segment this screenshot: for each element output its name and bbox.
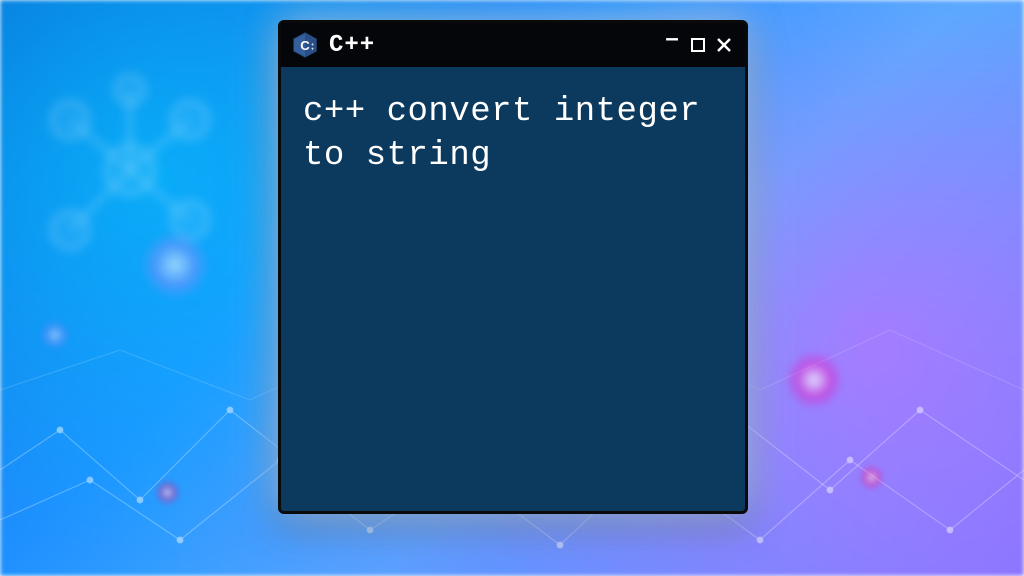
glow-dot xyxy=(155,480,180,505)
svg-text:C: C xyxy=(300,38,310,53)
svg-text:+: + xyxy=(311,43,314,48)
minimize-button[interactable]: – xyxy=(661,34,683,56)
glow-dot xyxy=(859,465,884,490)
titlebar[interactable]: C + + C++ – xyxy=(281,23,745,67)
window-title: C++ xyxy=(329,32,651,59)
maximize-button[interactable] xyxy=(687,34,709,56)
glow-dot xyxy=(40,320,70,350)
terminal-window: C + + C++ – c++ convert integer to strin… xyxy=(278,20,748,514)
close-button[interactable] xyxy=(713,34,735,56)
window-controls: – xyxy=(661,34,735,56)
svg-text:+: + xyxy=(311,48,314,53)
glow-dot xyxy=(784,350,844,410)
glow-dot xyxy=(140,230,210,300)
cpp-logo-icon: C + + xyxy=(291,31,319,59)
terminal-content: c++ convert integer to string xyxy=(281,67,745,511)
